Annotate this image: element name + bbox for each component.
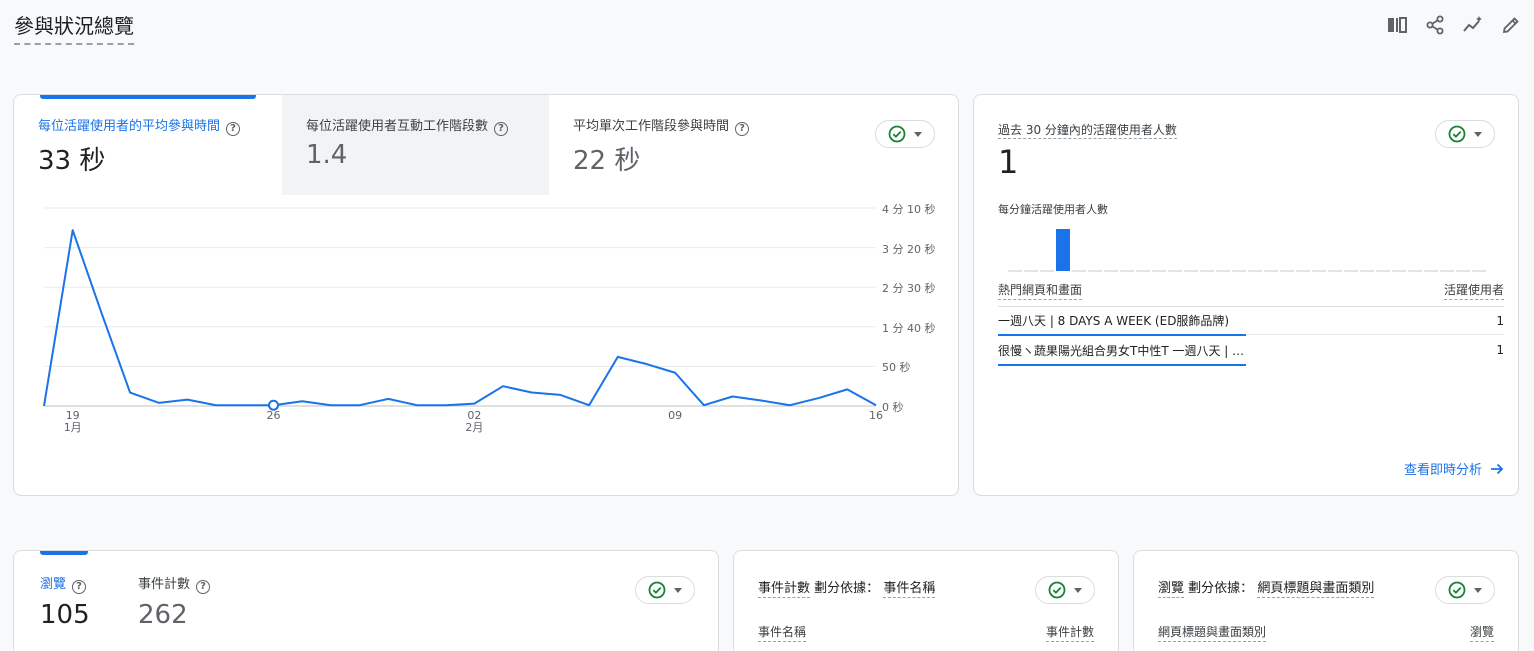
realtime-value: 1 — [998, 143, 1019, 181]
per-minute-bar-chart — [1008, 229, 1486, 272]
x-tick-label: 09 — [668, 409, 683, 422]
check-circle-icon — [648, 581, 666, 599]
row-value: 1 — [1496, 313, 1504, 328]
y-tick-label: 4 分 10 秒 — [882, 203, 936, 216]
edit-icon[interactable] — [1500, 12, 1522, 38]
y-tick-label: 1 分 40 秒 — [882, 321, 936, 335]
col-head-left: 網頁標題與畫面類別 — [1158, 623, 1267, 642]
chevron-down-icon — [674, 587, 682, 593]
col-head-right: 事件計數 — [1045, 623, 1094, 642]
top-pages-header: 熱門網頁和畫面 活躍使用者 — [998, 281, 1504, 307]
series-line — [43, 229, 877, 407]
help-icon[interactable]: ? — [196, 580, 211, 594]
realtime-card: 過去 30 分鐘內的活躍使用者人數 1 每分鐘活躍使用者人數 熱門網頁和畫面 活… — [973, 94, 1519, 496]
share-icon[interactable] — [1424, 12, 1446, 38]
card-metric[interactable]: 事件計數 — [758, 581, 811, 598]
status-dropdown[interactable] — [1035, 576, 1095, 604]
col-head-pages: 熱門網頁和畫面 — [998, 281, 1083, 300]
realtime-title: 過去 30 分鐘內的活躍使用者人數 — [998, 123, 1177, 139]
chevron-down-icon — [1474, 131, 1482, 137]
table-row[interactable]: 一週八天 | 8 DAYS A WEEK (ED服飾品牌) 1 — [998, 307, 1504, 336]
help-icon[interactable]: ? — [72, 580, 87, 594]
x-tick-label: 16 — [869, 409, 883, 422]
card-dimension[interactable]: 事件名稱 — [883, 581, 936, 598]
tab-event-count[interactable]: 事件計數? 262 — [138, 573, 211, 630]
row-page-name: 一週八天 | 8 DAYS A WEEK (ED服飾品牌) — [998, 314, 1230, 328]
x-tick-label: 02 2月 — [465, 409, 484, 434]
col-head-left: 事件名稱 — [758, 623, 807, 642]
tab-value: 105 — [40, 600, 90, 630]
views-card: 瀏覽? 105 事件計數? 262 — [13, 550, 719, 651]
card-by: 劃分依據： — [1188, 581, 1254, 596]
views-by-page-card: 瀏覽 劃分依據： 網頁標題與畫面類別 網頁標題與畫面類別 瀏覽 — [1133, 550, 1519, 651]
tab-label: 事件計數 — [138, 577, 191, 592]
view-realtime-label: 查看即時分析 — [1403, 463, 1482, 478]
page-title: 參與狀況總覽 — [14, 10, 134, 45]
card-dimension[interactable]: 網頁標題與畫面類別 — [1257, 581, 1375, 598]
col-head-active-users: 活躍使用者 — [1443, 281, 1504, 300]
status-dropdown[interactable] — [1435, 576, 1495, 604]
top-toolbar — [1386, 12, 1522, 38]
active-tab-indicator — [40, 551, 88, 555]
minute-bar[interactable] — [1056, 229, 1070, 271]
tab-label: 瀏覽 — [40, 577, 67, 592]
check-circle-icon — [1448, 125, 1466, 143]
row-page-name: 很慢ヽ蔬果陽光組合男女T中性T 一週八天 | 8 DAYS A WEEK (ED… — [998, 343, 1246, 358]
y-tick-label: 2 分 30 秒 — [882, 282, 936, 296]
table-row[interactable]: 很慢ヽ蔬果陽光組合男女T中性T 一週八天 | 8 DAYS A WEEK (ED… — [998, 336, 1504, 366]
view-realtime-link[interactable]: 查看即時分析 — [1404, 459, 1504, 478]
card-metric[interactable]: 瀏覽 — [1158, 581, 1185, 598]
chevron-down-icon — [1074, 587, 1082, 593]
col-head-right: 瀏覽 — [1469, 623, 1494, 642]
check-circle-icon — [1048, 581, 1066, 599]
x-tick-label: 19 1月 — [63, 409, 82, 434]
check-circle-icon — [1448, 581, 1466, 599]
card-title: 事件計數 劃分依據： 事件名稱 — [758, 577, 936, 598]
table-header: 網頁標題與畫面類別 瀏覽 — [1158, 623, 1494, 642]
event-count-card: 事件計數 劃分依據： 事件名稱 事件名稱 事件計數 — [733, 550, 1119, 651]
tab-views[interactable]: 瀏覽? 105 — [40, 573, 90, 630]
engagement-card: 每位活躍使用者的平均參與時間? 33 秒 每位活躍使用者互動工作階段數? 1.4… — [13, 94, 959, 496]
engagement-line-chart — [43, 207, 877, 411]
row-value: 1 — [1496, 343, 1504, 357]
table-header: 事件名稱 事件計數 — [758, 623, 1094, 642]
row-bar — [998, 364, 1246, 366]
insights-icon[interactable] — [1462, 12, 1484, 38]
realtime-subtitle: 每分鐘活躍使用者人數 — [998, 203, 1108, 216]
status-dropdown[interactable] — [1435, 120, 1495, 148]
tab-value: 262 — [138, 600, 188, 630]
y-tick-label: 50 秒 — [882, 361, 911, 375]
y-tick-label: 3 分 20 秒 — [882, 242, 936, 256]
x-tick-label: 26 — [266, 409, 281, 422]
status-dropdown[interactable] — [635, 576, 695, 604]
arrow-right-icon — [1491, 463, 1504, 474]
compare-icon[interactable] — [1386, 12, 1408, 38]
card-by: 劃分依據： — [814, 581, 880, 596]
chevron-down-icon — [1474, 587, 1482, 593]
card-title: 瀏覽 劃分依據： 網頁標題與畫面類別 — [1158, 577, 1375, 598]
